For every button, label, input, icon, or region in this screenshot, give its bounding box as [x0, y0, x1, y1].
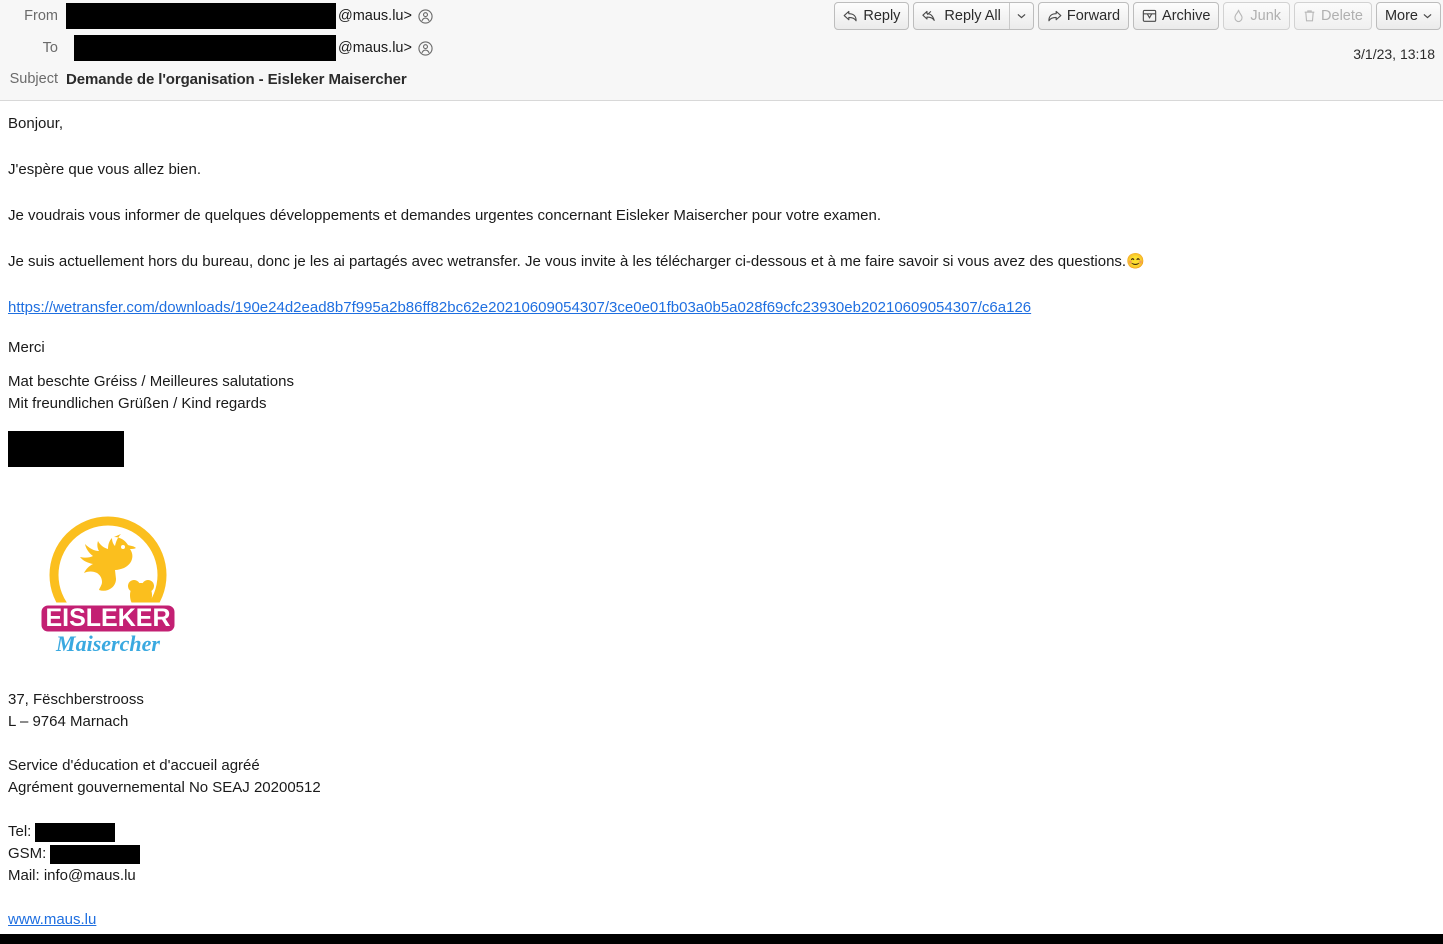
chevron-down-icon — [1423, 13, 1432, 19]
contact-avatar-icon[interactable] — [418, 40, 433, 56]
to-redaction-bar — [74, 35, 336, 61]
archive-button[interactable]: Archive — [1133, 2, 1220, 30]
reply-label: Reply — [863, 8, 901, 24]
gsm-redaction-bar — [50, 844, 141, 864]
signoff-line-1: Mat beschte Gréiss / Meilleures salutati… — [8, 373, 294, 391]
archive-box-icon — [1142, 9, 1157, 23]
subject-value: Demande de l'organisation - Eisleker Mai… — [66, 71, 407, 88]
logo-text-eisleker: EISLEKER — [45, 604, 170, 632]
gsm-label: GSM: — [8, 845, 47, 863]
service-line-2: Agrément gouvernemental No SEAJ 20200512 — [8, 779, 321, 797]
delete-label: Delete — [1321, 8, 1363, 24]
body-line-inform: Je voudrais vous informer de quelques dé… — [8, 207, 881, 225]
body-line-wetransfer: Je suis actuellement hors du bureau, don… — [8, 239, 1435, 285]
message-header: From @maus.lu> To @maus.lu> Subject Dema… — [0, 0, 1443, 101]
junk-button: Junk — [1223, 2, 1291, 30]
body-thanks: Merci — [8, 339, 45, 357]
archive-label: Archive — [1162, 8, 1211, 24]
message-toolbar: Reply Reply All Forward Archive Junk Del… — [834, 2, 1441, 30]
reply-arrow-icon — [843, 10, 858, 23]
from-label: From — [24, 8, 58, 24]
bottom-redaction-bar — [0, 934, 1443, 944]
from-value: @maus.lu> — [66, 3, 433, 29]
reply-all-label: Reply All — [944, 8, 1001, 24]
more-label: More — [1384, 8, 1418, 24]
eisleker-maisercher-logo: EISLEKER Maisercher — [28, 509, 188, 659]
forward-label: Forward — [1066, 8, 1121, 24]
forward-button[interactable]: Forward — [1037, 2, 1130, 30]
to-label: To — [42, 40, 58, 56]
address-line-2: L – 9764 Marnach — [8, 713, 129, 731]
body-line-hope: J'espère que vous allez bien. — [8, 161, 201, 179]
address-line-1: 37, Fëschberstrooss — [8, 691, 144, 709]
tel-redaction-bar — [35, 822, 116, 842]
forward-arrow-icon — [1047, 10, 1062, 23]
signature-name-redaction-bar — [8, 431, 124, 467]
mail-line: Mail: info@maus.lu — [8, 867, 136, 885]
reply-all-split-button[interactable]: Reply All — [913, 2, 1034, 30]
message-body: Bonjour, J'espère que vous allez bien. J… — [0, 101, 1443, 931]
website-link[interactable]: www.maus.lu — [8, 910, 96, 930]
tel-label: Tel: — [8, 823, 32, 841]
logo-text-maisercher: Maisercher — [55, 631, 160, 656]
service-line-1: Service d'éducation et d'accueil agréé — [8, 757, 260, 775]
subject-text: Demande de l'organisation - Eisleker Mai… — [66, 70, 407, 88]
more-button[interactable]: More — [1375, 2, 1441, 30]
download-link-row: https://wetransfer.com/downloads/190e24d… — [8, 285, 1435, 325]
signoff-line-2: Mit freundlichen Grüßen / Kind regards — [8, 395, 267, 413]
trash-icon — [1303, 9, 1316, 23]
to-domain: @maus.lu> — [338, 40, 412, 56]
to-value: @maus.lu> — [66, 35, 433, 61]
body-greeting: Bonjour, — [8, 115, 64, 133]
contact-avatar-icon[interactable] — [418, 8, 433, 24]
delete-button: Delete — [1294, 2, 1372, 30]
signature-address-block: 37, Fëschberstrooss L – 9764 Marnach Ser… — [8, 689, 1435, 931]
to-row: To @maus.lu> — [0, 32, 1443, 64]
body-line-wetransfer-text: Je suis actuellement hors du bureau, don… — [8, 253, 1127, 271]
subject-label: Subject — [9, 71, 58, 87]
reply-all-arrow-icon — [922, 10, 939, 23]
reply-all-dropdown-arrow[interactable] — [1008, 3, 1033, 29]
tel-line: Tel: — [8, 821, 1435, 843]
flame-icon — [1232, 9, 1245, 23]
wetransfer-download-link[interactable]: https://wetransfer.com/downloads/190e24d… — [8, 298, 1031, 318]
gsm-line: GSM: — [8, 843, 1435, 865]
from-redaction-bar — [66, 3, 336, 29]
message-date: 3/1/23, 13:18 — [1353, 46, 1435, 62]
reply-button[interactable]: Reply — [834, 2, 910, 30]
reply-all-button[interactable]: Reply All — [914, 3, 1008, 29]
website-row: www.maus.lu — [8, 909, 1435, 931]
email-reader-window: From @maus.lu> To @maus.lu> Subject Dema… — [0, 0, 1443, 944]
subject-row: Subject Demande de l'organisation - Eisl… — [0, 64, 1443, 94]
junk-label: Junk — [1250, 8, 1282, 24]
smiling-face-emoji: 😊 — [1126, 253, 1145, 271]
from-domain: @maus.lu> — [338, 8, 412, 24]
